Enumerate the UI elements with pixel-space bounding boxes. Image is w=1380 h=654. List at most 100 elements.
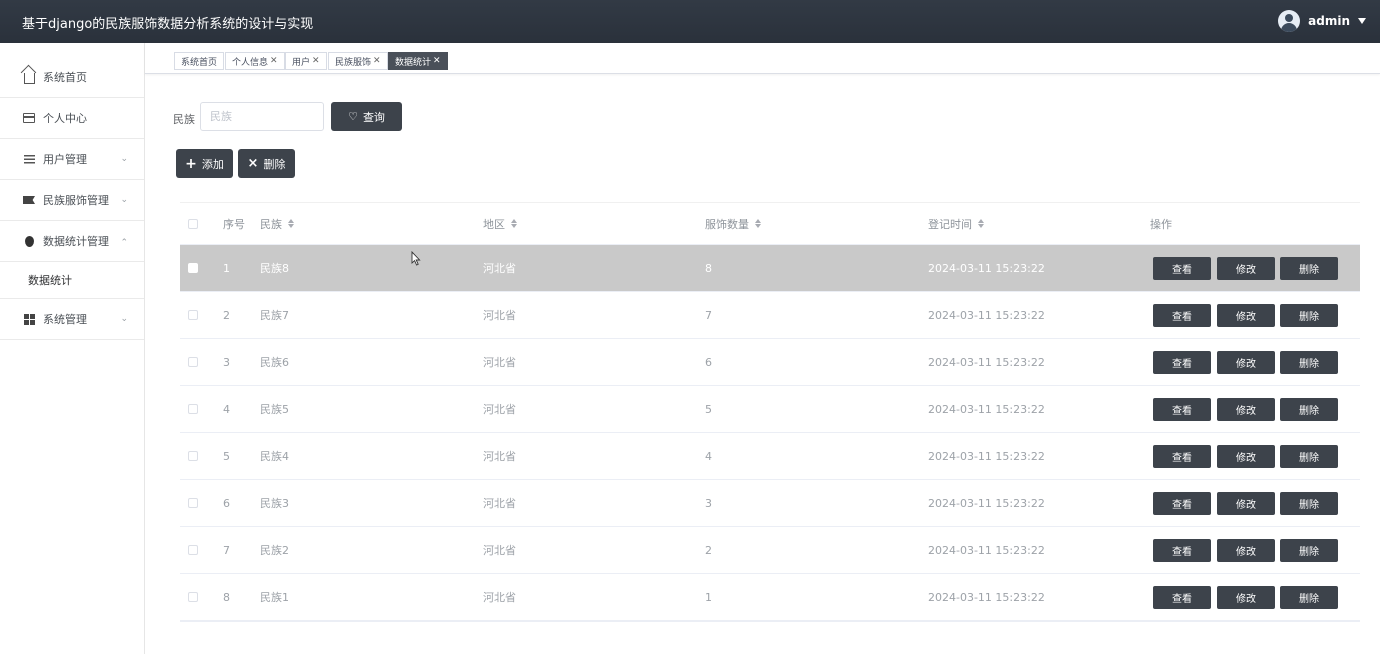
cell-time: 2024-03-11 15:23:22 bbox=[928, 402, 1045, 416]
row-checkbox[interactable] bbox=[188, 480, 198, 526]
view-button[interactable]: 查看 bbox=[1153, 351, 1211, 374]
close-icon: × bbox=[247, 156, 259, 171]
cell-index: 6 bbox=[223, 496, 230, 510]
user-menu[interactable]: admin bbox=[1278, 9, 1366, 33]
edit-button[interactable]: 修改 bbox=[1217, 539, 1275, 562]
row-checkbox[interactable] bbox=[188, 386, 198, 432]
tag-personal-info[interactable]: 个人信息 ✕ bbox=[225, 52, 285, 70]
header-name[interactable]: 民族 bbox=[260, 203, 294, 244]
sidebar-item-label: 民族服饰管理 bbox=[43, 194, 109, 207]
sidebar-item-user-management[interactable]: 用户管理 ⌄ bbox=[0, 139, 144, 180]
table-row[interactable]: 3 民族6 河北省 6 2024-03-11 15:23:22 查看 修改 删除 bbox=[180, 339, 1360, 386]
row-delete-button[interactable]: 删除 bbox=[1280, 492, 1338, 515]
header-qty[interactable]: 服饰数量 bbox=[705, 203, 761, 244]
edit-button[interactable]: 修改 bbox=[1217, 445, 1275, 468]
row-checkbox[interactable] bbox=[188, 339, 198, 385]
edit-button[interactable]: 修改 bbox=[1217, 304, 1275, 327]
cell-region: 河北省 bbox=[483, 544, 516, 557]
row-delete-button[interactable]: 删除 bbox=[1280, 445, 1338, 468]
table-row[interactable]: 8 民族1 河北省 1 2024-03-11 15:23:22 查看 修改 删除 bbox=[180, 574, 1360, 621]
sort-icon[interactable] bbox=[511, 219, 517, 228]
cell-region: 河北省 bbox=[483, 309, 516, 322]
sort-icon[interactable] bbox=[978, 219, 984, 228]
row-checkbox[interactable] bbox=[188, 245, 198, 291]
avatar-icon[interactable] bbox=[1278, 10, 1301, 32]
sidebar-item-label: 数据统计管理 bbox=[43, 235, 109, 248]
cell-name: 民族8 bbox=[260, 262, 289, 275]
cell-index: 7 bbox=[223, 543, 230, 557]
header-time[interactable]: 登记时间 bbox=[928, 203, 984, 244]
view-button[interactable]: 查看 bbox=[1153, 304, 1211, 327]
search-label: 民族 bbox=[173, 113, 195, 126]
view-button[interactable]: 查看 bbox=[1153, 492, 1211, 515]
cell-region: 河北省 bbox=[483, 591, 516, 604]
edit-button[interactable]: 修改 bbox=[1217, 492, 1275, 515]
cell-index: 1 bbox=[223, 261, 230, 275]
tag-costume[interactable]: 民族服饰 ✕ bbox=[328, 52, 388, 70]
table-row[interactable]: 7 民族2 河北省 2 2024-03-11 15:23:22 查看 修改 删除 bbox=[180, 527, 1360, 574]
row-delete-button[interactable]: 删除 bbox=[1280, 586, 1338, 609]
edit-button[interactable]: 修改 bbox=[1217, 586, 1275, 609]
edit-button[interactable]: 修改 bbox=[1217, 398, 1275, 421]
search-input[interactable] bbox=[200, 102, 324, 131]
chevron-down-icon: ⌄ bbox=[120, 314, 128, 324]
sidebar-item-statistics-management[interactable]: 数据统计管理 ⌃ bbox=[0, 221, 144, 262]
delete-button[interactable]: × 删除 bbox=[238, 149, 295, 178]
cell-qty: 8 bbox=[705, 261, 712, 275]
header-region[interactable]: 地区 bbox=[483, 203, 517, 244]
tag-home[interactable]: 系统首页 bbox=[174, 52, 225, 70]
edit-button[interactable]: 修改 bbox=[1217, 351, 1275, 374]
row-delete-button[interactable]: 删除 bbox=[1280, 398, 1338, 421]
header-name-label: 民族 bbox=[260, 217, 282, 231]
close-icon[interactable]: ✕ bbox=[270, 56, 278, 66]
row-delete-button[interactable]: 删除 bbox=[1280, 257, 1338, 280]
sidebar-item-costume-management[interactable]: 民族服饰管理 ⌄ bbox=[0, 180, 144, 221]
username[interactable]: admin bbox=[1308, 14, 1350, 28]
view-button[interactable]: 查看 bbox=[1153, 586, 1211, 609]
sort-icon[interactable] bbox=[288, 219, 294, 228]
sidebar-subitem-statistics[interactable]: 数据统计 bbox=[0, 262, 144, 299]
row-checkbox[interactable] bbox=[188, 527, 198, 573]
row-delete-button[interactable]: 删除 bbox=[1280, 351, 1338, 374]
tag-user[interactable]: 用户 ✕ bbox=[285, 52, 327, 70]
tags-bar: 系统首页 个人信息 ✕ 用户 ✕ 民族服饰 ✕ 数据统计 ✕ bbox=[145, 43, 1380, 74]
cell-time: 2024-03-11 15:23:22 bbox=[928, 449, 1045, 463]
cell-time: 2024-03-11 15:23:22 bbox=[928, 355, 1045, 369]
chevron-down-icon: ⌄ bbox=[120, 195, 128, 205]
tag-statistics[interactable]: 数据统计 ✕ bbox=[388, 52, 448, 70]
close-icon[interactable]: ✕ bbox=[312, 56, 320, 66]
table-row[interactable]: 5 民族4 河北省 4 2024-03-11 15:23:22 查看 修改 删除 bbox=[180, 433, 1360, 480]
top-header: 基于django的民族服饰数据分析系统的设计与实现 admin bbox=[0, 0, 1380, 43]
table-row[interactable]: 4 民族5 河北省 5 2024-03-11 15:23:22 查看 修改 删除 bbox=[180, 386, 1360, 433]
table-row[interactable]: 1 民族8 河北省 8 2024-03-11 15:23:22 查看 修改 删除 bbox=[180, 245, 1360, 292]
list-icon bbox=[22, 152, 36, 166]
card-icon bbox=[22, 111, 36, 125]
search-button[interactable]: ♡ 查询 bbox=[331, 102, 402, 131]
sidebar-item-home[interactable]: 系统首页 bbox=[0, 43, 144, 98]
select-all-checkbox[interactable] bbox=[188, 203, 198, 244]
cell-region: 河北省 bbox=[483, 450, 516, 463]
close-icon[interactable]: ✕ bbox=[433, 56, 441, 66]
sidebar-item-label: 用户管理 bbox=[43, 153, 87, 166]
view-button[interactable]: 查看 bbox=[1153, 257, 1211, 280]
row-delete-button[interactable]: 删除 bbox=[1280, 539, 1338, 562]
edit-button[interactable]: 修改 bbox=[1217, 257, 1275, 280]
cell-qty: 6 bbox=[705, 355, 712, 369]
table-row[interactable]: 6 民族3 河北省 3 2024-03-11 15:23:22 查看 修改 删除 bbox=[180, 480, 1360, 527]
cell-name: 民族6 bbox=[260, 356, 289, 369]
add-button[interactable]: + 添加 bbox=[176, 149, 233, 178]
caret-down-icon[interactable] bbox=[1358, 18, 1366, 24]
table-row[interactable]: 2 民族7 河北省 7 2024-03-11 15:23:22 查看 修改 删除 bbox=[180, 292, 1360, 339]
row-checkbox[interactable] bbox=[188, 433, 198, 479]
view-button[interactable]: 查看 bbox=[1153, 445, 1211, 468]
view-button[interactable]: 查看 bbox=[1153, 398, 1211, 421]
sidebar-item-personal-center[interactable]: 个人中心 bbox=[0, 98, 144, 139]
view-button[interactable]: 查看 bbox=[1153, 539, 1211, 562]
row-checkbox[interactable] bbox=[188, 574, 198, 620]
sort-icon[interactable] bbox=[755, 219, 761, 228]
cell-name: 民族2 bbox=[260, 544, 289, 557]
sidebar-item-system-management[interactable]: 系统管理 ⌄ bbox=[0, 299, 144, 340]
close-icon[interactable]: ✕ bbox=[373, 56, 381, 66]
row-delete-button[interactable]: 删除 bbox=[1280, 304, 1338, 327]
row-checkbox[interactable] bbox=[188, 292, 198, 338]
